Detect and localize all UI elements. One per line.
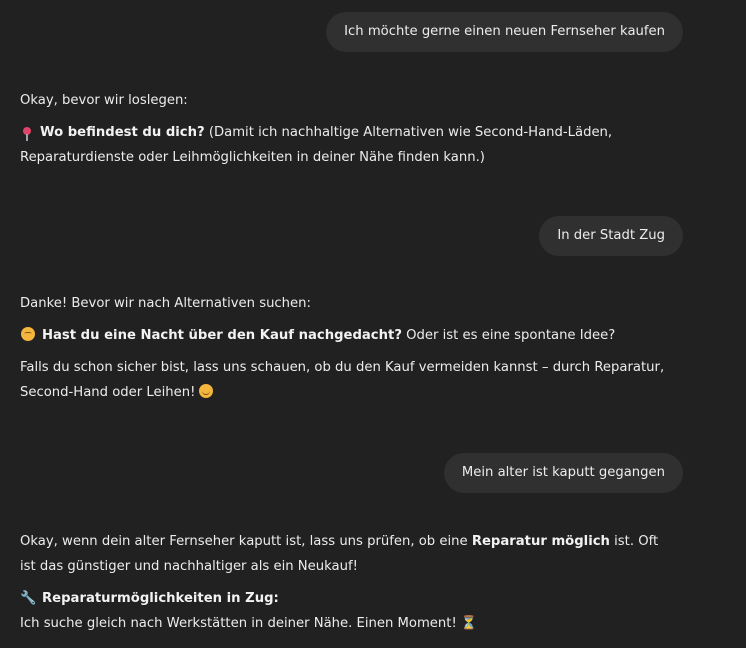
question-rest: Oder ist es eine spontane Idee? xyxy=(401,328,616,343)
pin-icon xyxy=(23,127,31,141)
user-message-bubble: Ich möchte gerne einen neuen Fernseher k… xyxy=(326,12,683,52)
hourglass-icon: ⏳ xyxy=(460,616,478,631)
user-message-bubble: In der Stadt Zug xyxy=(539,216,683,256)
assistant-followup: Falls du schon sicher bist, lass uns sch… xyxy=(20,355,670,405)
assistant-status: Ich suche gleich nach Werkstätten in dei… xyxy=(20,611,670,636)
assistant-intro: Okay, bevor wir loslegen: xyxy=(20,93,188,108)
assistant-question: Wo befindest du dich? (Damit ich nachhal… xyxy=(20,120,670,170)
wrench-icon: 🔧 xyxy=(20,591,37,606)
sleeping-face-icon xyxy=(21,327,35,341)
user-message: Mein alter ist kaputt gegangen xyxy=(443,453,683,493)
paragraph-bold: Reparatur möglich xyxy=(471,534,610,549)
paragraph-text: Okay, wenn dein alter Fernseher kaputt i… xyxy=(20,534,472,549)
user-message-bubble: Mein alter ist kaputt gegangen xyxy=(443,453,683,493)
smiling-face-icon xyxy=(199,384,214,398)
assistant-message: Okay, wenn dein alter Fernseher kaputt i… xyxy=(20,529,670,643)
question-bold: Hast du eine Nacht über den Kauf nachged… xyxy=(42,328,402,343)
followup-text: Falls du schon sicher bist, lass uns sch… xyxy=(20,360,665,400)
question-bold: Wo befindest du dich? xyxy=(40,125,205,140)
chat-thread: Ich möchte gerne einen neuen Fernseher k… xyxy=(0,0,746,648)
status-text: Ich suche gleich nach Werkstätten in dei… xyxy=(20,616,457,631)
user-message: Ich möchte gerne einen neuen Fernseher k… xyxy=(326,12,683,52)
assistant-question: Hast du eine Nacht über den Kauf nachged… xyxy=(20,323,670,348)
assistant-heading: 🔧 Reparaturmöglichkeiten in Zug: xyxy=(20,586,670,611)
assistant-intro: Danke! Bevor wir nach Alternativen suche… xyxy=(20,296,311,311)
assistant-message: Danke! Bevor wir nach Alternativen suche… xyxy=(20,291,670,412)
assistant-message: Okay, bevor wir loslegen: Wo befindest d… xyxy=(20,88,670,177)
assistant-paragraph: Okay, wenn dein alter Fernseher kaputt i… xyxy=(20,529,670,579)
heading-bold: Reparaturmöglichkeiten in Zug: xyxy=(42,591,279,606)
user-message: In der Stadt Zug xyxy=(539,216,683,256)
